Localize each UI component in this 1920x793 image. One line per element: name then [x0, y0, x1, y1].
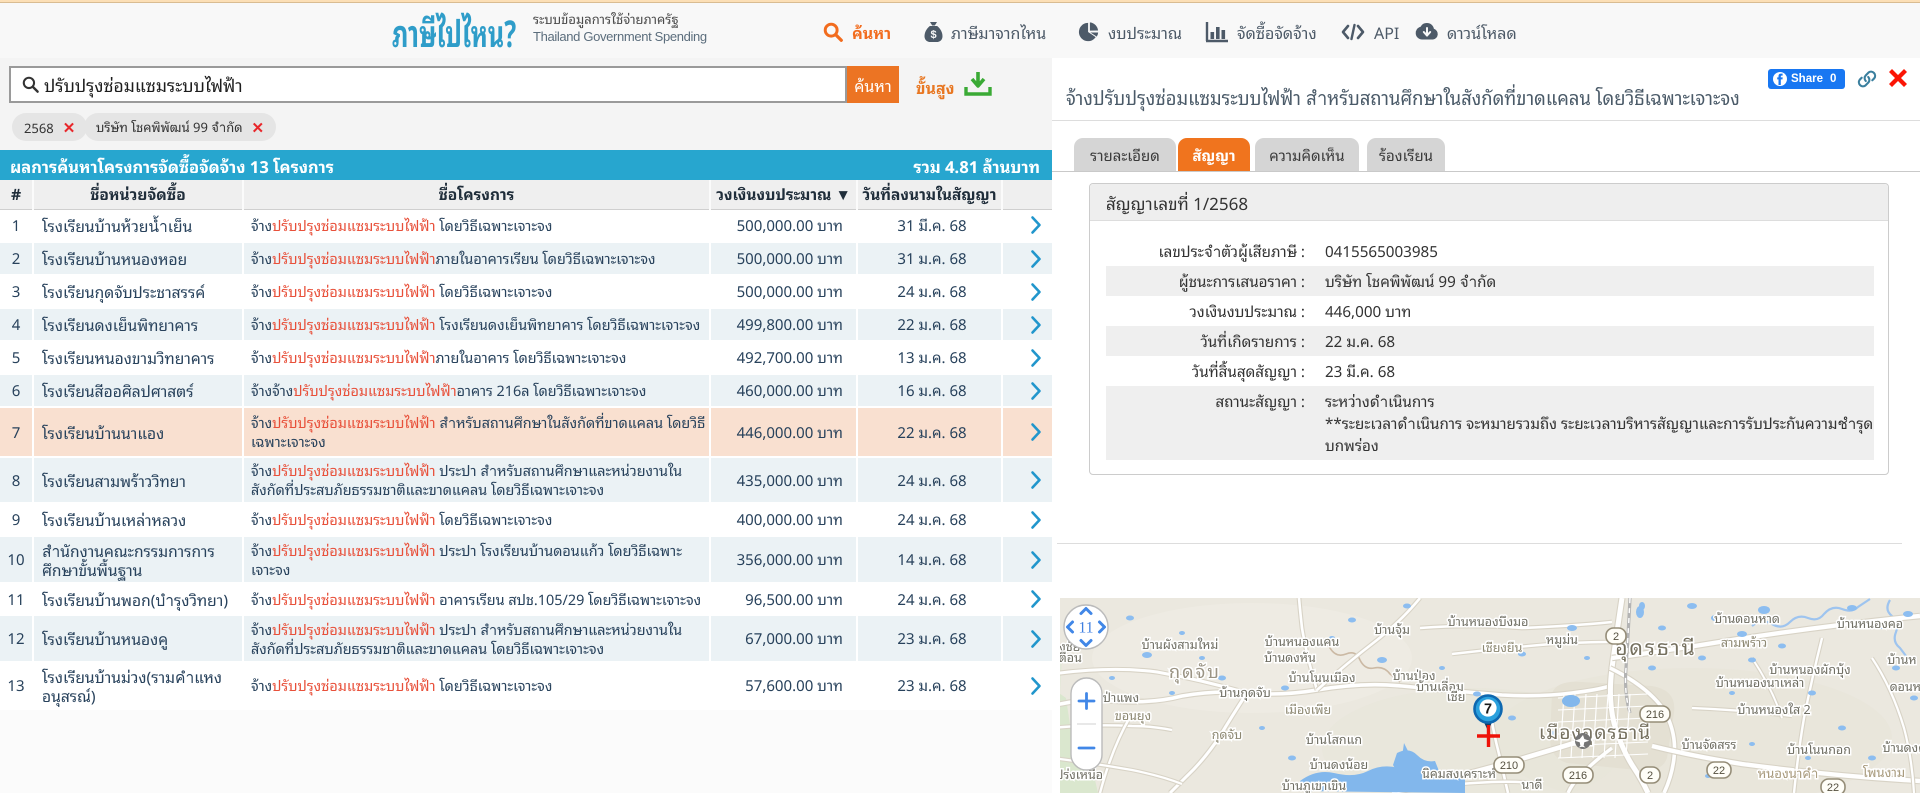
svg-text:บ้านดอนหาด: บ้านดอนหาด	[1714, 608, 1780, 628]
svg-text:บ้านภูเขาเขิน: บ้านภูเขาเขิน	[1282, 775, 1347, 793]
svg-text:าลเตือน: าลเตือน	[1060, 647, 1082, 667]
svg-text:22: 22	[1713, 765, 1725, 777]
svg-text:บ้านกุดจับ: บ้านกุดจับ	[1219, 682, 1271, 702]
svg-text:นิคมสงเคราะห์: นิคมสงเคราะห์	[1422, 763, 1496, 783]
svg-text:หมูม่น: หมูม่น	[1546, 629, 1578, 649]
svg-text:สามพร้าว: สามพร้าว	[1721, 632, 1767, 652]
svg-text:11: 11	[1079, 620, 1094, 637]
svg-text:216: 216	[1569, 770, 1587, 782]
svg-text:บ้านดงน้อย: บ้านดงน้อย	[1310, 754, 1368, 774]
svg-text:เชียงยืน: เชียงยืน	[1482, 637, 1523, 657]
svg-text:กุดจับ: กุดจับ	[1212, 724, 1242, 744]
svg-text:ขอนยุง: ขอนยุง	[1115, 705, 1151, 725]
svg-text:บ้านโนนกอก: บ้านโนนกอก	[1787, 739, 1851, 759]
svg-text:นาดี: นาดี	[1521, 774, 1542, 793]
svg-text:ป่าแพง: ป่าแพง	[1103, 687, 1139, 707]
svg-text:หนองนาคำ: หนองนาคำ	[1758, 762, 1819, 783]
svg-text:บ้านห: บ้านห	[1887, 649, 1916, 669]
svg-text:7: 7	[1484, 702, 1492, 718]
svg-text:บ้านหนองคอ: บ้านหนองคอ	[1837, 613, 1903, 633]
svg-text:เชีย: เชีย	[1447, 686, 1466, 706]
svg-text:ดอนหา: ดอนหา	[1890, 676, 1920, 696]
svg-text:บ้านหนองบึงมอ: บ้านหนองบึงมอ	[1448, 611, 1529, 631]
svg-text:บ้านหนองผักบุ้ง: บ้านหนองผักบุ้ง	[1769, 659, 1850, 679]
svg-text:บ้านดงหัน: บ้านดงหัน	[1264, 647, 1316, 667]
svg-text:$: $	[930, 29, 936, 41]
svg-text:210: 210	[1500, 760, 1518, 772]
svg-text:เมืองอุดรธานี: เมืองอุดรธานี	[1539, 715, 1651, 746]
svg-text:โพนงาม: โพนงาม	[1863, 761, 1905, 782]
svg-text:บ้านดงคำ: บ้านดงคำ	[1883, 737, 1920, 757]
svg-text:บ้านจัดสรร: บ้านจัดสรร	[1682, 734, 1737, 754]
svg-text:บ้านหนองใส 2: บ้านหนองใส 2	[1737, 699, 1810, 719]
svg-text:อุดรธานี: อุดรธานี	[1615, 630, 1696, 663]
svg-text:22: 22	[1827, 782, 1839, 793]
svg-text:บ้านโสกแก: บ้านโสกแก	[1306, 729, 1362, 749]
svg-text:บ้านจุ้ม: บ้านจุ้ม	[1374, 619, 1410, 639]
svg-text:เมืองเพีย: เมืองเพีย	[1285, 699, 1331, 719]
svg-text:2: 2	[1613, 631, 1619, 643]
svg-text:บ้านผังสามใหม่: บ้านผังสามใหม่	[1142, 634, 1219, 654]
svg-text:216: 216	[1646, 709, 1664, 721]
svg-text:บ้านโนนเมือง: บ้านโนนเมือง	[1288, 667, 1355, 687]
svg-text:กุดจับ: กุดจับ	[1169, 657, 1221, 685]
svg-text:2: 2	[1647, 770, 1653, 782]
